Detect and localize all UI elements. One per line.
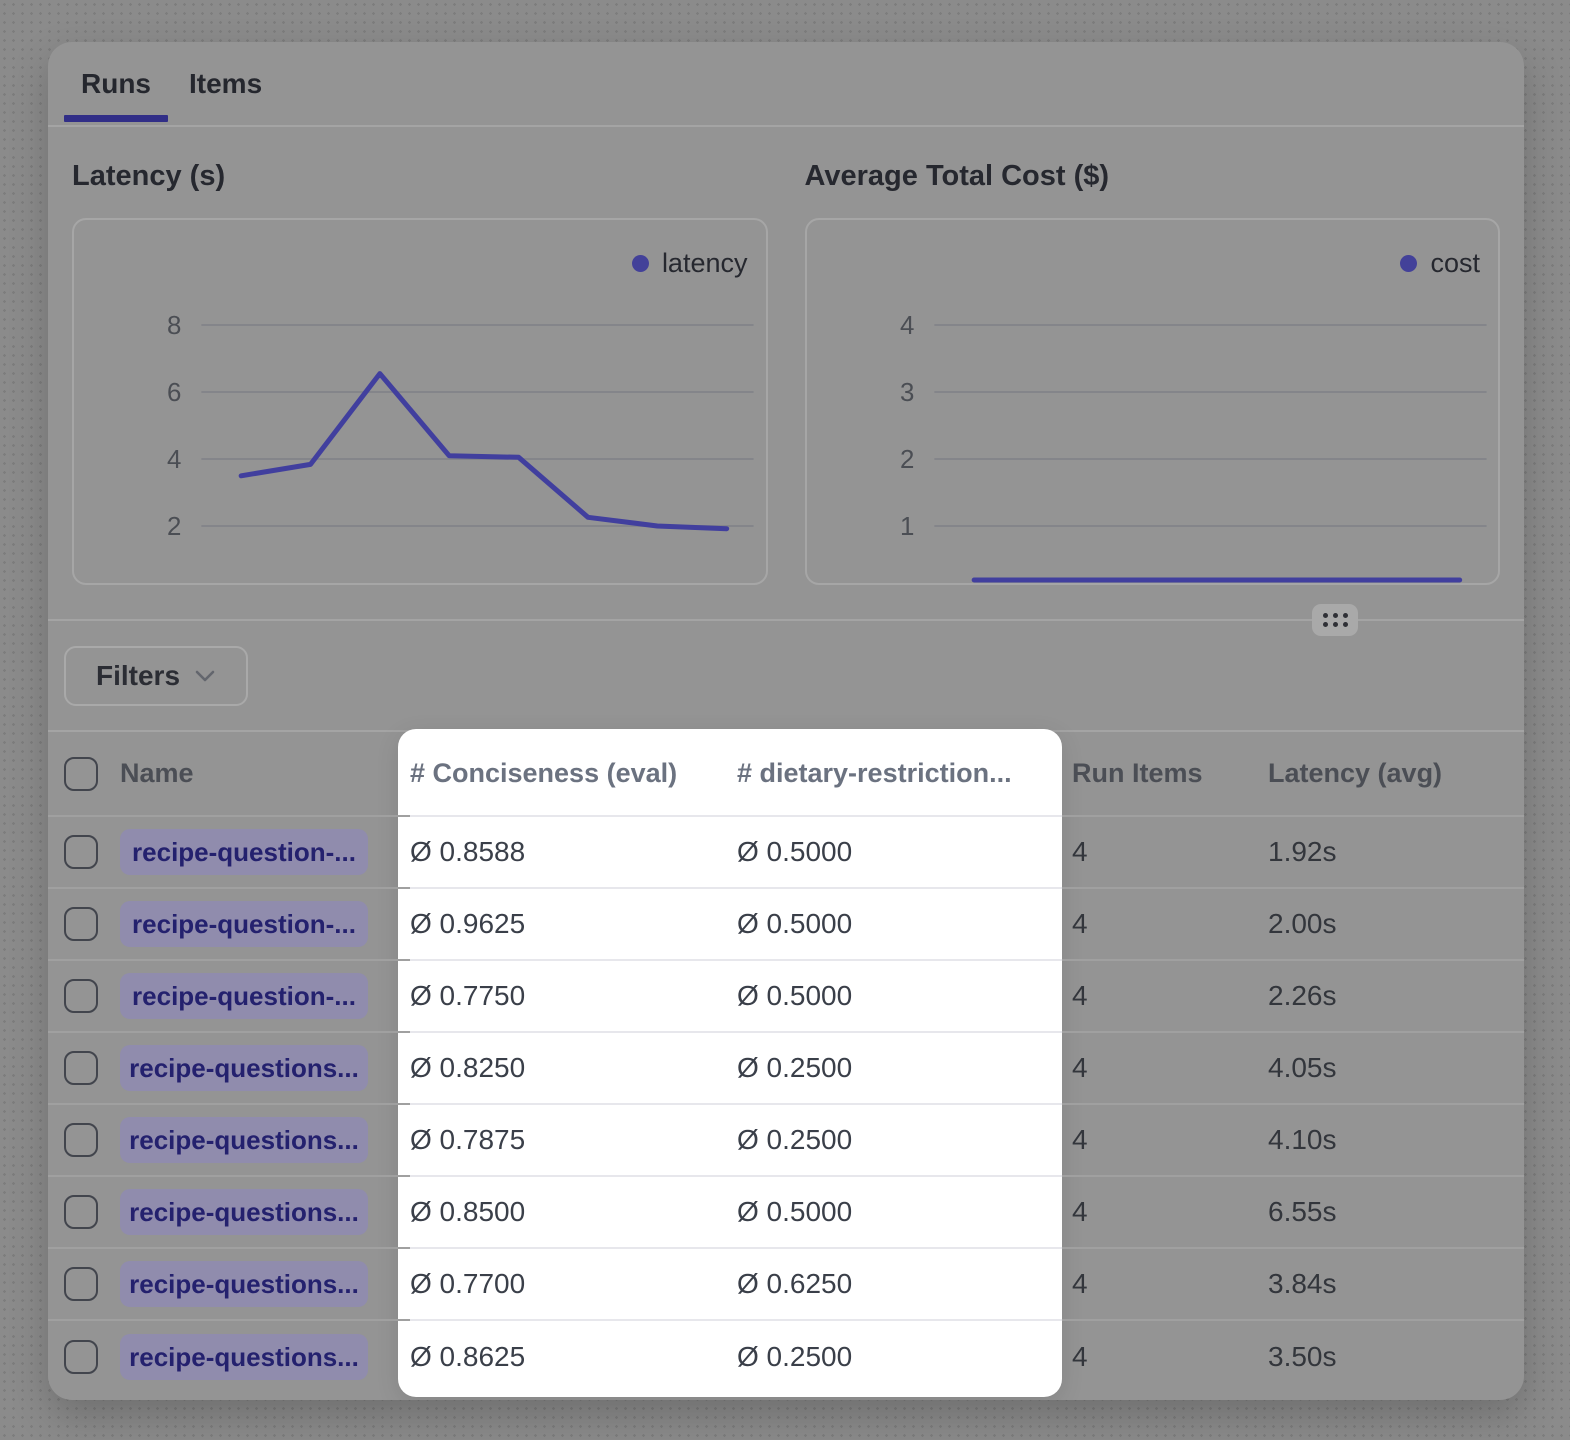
- svg-text:1: 1: [900, 513, 914, 541]
- conciseness-score: Ø 0.7875: [410, 1124, 525, 1156]
- tab-bar: Runs Items: [48, 42, 1524, 127]
- dietary-score: Ø 0.5000: [737, 1196, 852, 1228]
- row-checkbox[interactable]: [64, 1267, 98, 1301]
- conciseness-score: Ø 0.8500: [410, 1196, 525, 1228]
- dietary-score: Ø 0.2500: [737, 1124, 852, 1156]
- table-row: recipe-questions... Ø 0.8625 Ø 0.2500 4 3.50…: [48, 1321, 1524, 1393]
- table-row: recipe-questions... Ø 0.7700 Ø 0.6250 4 3.84…: [48, 1249, 1524, 1321]
- run-name-badge[interactable]: recipe-questions...: [120, 1117, 368, 1163]
- cost-line-chart: 4 3 2 1: [807, 220, 1499, 583]
- latency-avg: 3.50s: [1268, 1341, 1337, 1373]
- run-items-count: 4: [1072, 1341, 1088, 1373]
- run-items-count: 4: [1072, 1124, 1088, 1156]
- run-items-count: 4: [1072, 980, 1088, 1012]
- table-row: recipe-question-... Ø 0.8588 Ø 0.5000 4 1.92…: [48, 817, 1524, 889]
- run-items-count: 4: [1072, 836, 1088, 868]
- charts-section: Latency (s) 8 6 4 2 latency Average Total C…: [48, 127, 1524, 621]
- cost-chart-title: Average Total Cost ($): [805, 160, 1110, 193]
- latency-avg: 2.26s: [1268, 980, 1337, 1012]
- latency-avg: 4.10s: [1268, 1124, 1337, 1156]
- latency-legend-dot-icon: [632, 255, 649, 272]
- conciseness-score: Ø 0.8588: [410, 836, 525, 868]
- tab-runs-label: Runs: [81, 68, 151, 100]
- latency-avg: 1.92s: [1268, 836, 1337, 868]
- conciseness-score: Ø 0.8250: [410, 1052, 525, 1084]
- run-name-badge[interactable]: recipe-questions...: [120, 1334, 368, 1380]
- dietary-score: Ø 0.5000: [737, 980, 852, 1012]
- cost-legend: cost: [1400, 248, 1480, 279]
- cost-legend-label: cost: [1430, 248, 1480, 279]
- latency-legend: latency: [632, 248, 748, 279]
- column-header-name: Name: [120, 758, 194, 789]
- row-checkbox[interactable]: [64, 835, 98, 869]
- dietary-score: Ø 0.6250: [737, 1268, 852, 1300]
- column-header-conciseness: # Conciseness (eval): [410, 758, 677, 789]
- tab-items[interactable]: Items: [172, 42, 279, 125]
- row-checkbox[interactable]: [64, 1195, 98, 1229]
- dietary-score: Ø 0.2500: [737, 1341, 852, 1373]
- cost-chart-card: Average Total Cost ($) 4 3 2 1 cost: [805, 127, 1501, 619]
- svg-text:6: 6: [167, 379, 181, 407]
- run-items-count: 4: [1072, 1268, 1088, 1300]
- column-header-run-items: Run Items: [1072, 758, 1203, 789]
- latency-avg: 3.84s: [1268, 1268, 1337, 1300]
- latency-chart-card: Latency (s) 8 6 4 2 latency: [72, 127, 768, 619]
- table-row: recipe-question-... Ø 0.9625 Ø 0.5000 4 2.00…: [48, 889, 1524, 961]
- dietary-score: Ø 0.5000: [737, 908, 852, 940]
- run-items-count: 4: [1072, 1196, 1088, 1228]
- run-name-badge[interactable]: recipe-questions...: [120, 1189, 368, 1235]
- row-checkbox[interactable]: [64, 1051, 98, 1085]
- run-name-badge[interactable]: recipe-questions...: [120, 1261, 368, 1307]
- svg-text:4: 4: [900, 312, 914, 340]
- column-header-latency-avg: Latency (avg): [1268, 758, 1442, 789]
- table-body: recipe-question-... Ø 0.8588 Ø 0.5000 4 1.92…: [48, 817, 1524, 1393]
- row-checkbox[interactable]: [64, 1123, 98, 1157]
- filters-button-label: Filters: [96, 660, 180, 692]
- filters-button[interactable]: Filters: [64, 646, 248, 706]
- cost-chart: 4 3 2 1 cost: [805, 218, 1501, 585]
- row-checkbox[interactable]: [64, 907, 98, 941]
- conciseness-score: Ø 0.7750: [410, 980, 525, 1012]
- dietary-score: Ø 0.2500: [737, 1052, 852, 1084]
- select-all-checkbox[interactable]: [64, 757, 98, 791]
- column-header-dietary-restriction: # dietary-restriction...: [737, 758, 1012, 789]
- dietary-score: Ø 0.5000: [737, 836, 852, 868]
- filters-section: Filters: [48, 621, 1524, 732]
- run-items-count: 4: [1072, 1052, 1088, 1084]
- latency-chart-title: Latency (s): [72, 160, 225, 193]
- table-row: recipe-questions... Ø 0.7875 Ø 0.2500 4 4.10…: [48, 1105, 1524, 1177]
- conciseness-score: Ø 0.9625: [410, 908, 525, 940]
- latency-chart: 8 6 4 2 latency: [72, 218, 768, 585]
- runs-panel: Runs Items Latency (s) 8 6 4 2 latency Aver…: [48, 42, 1524, 1400]
- tab-runs[interactable]: Runs: [64, 42, 168, 125]
- svg-text:2: 2: [167, 513, 181, 541]
- row-checkbox[interactable]: [64, 1340, 98, 1374]
- resize-handle-icon[interactable]: [1312, 604, 1358, 636]
- run-name-badge[interactable]: recipe-question-...: [120, 973, 368, 1019]
- latency-avg: 6.55s: [1268, 1196, 1337, 1228]
- cost-legend-dot-icon: [1400, 255, 1417, 272]
- conciseness-score: Ø 0.8625: [410, 1341, 525, 1373]
- row-checkbox[interactable]: [64, 979, 98, 1013]
- latency-avg: 4.05s: [1268, 1052, 1337, 1084]
- table-row: recipe-question-... Ø 0.7750 Ø 0.5000 4 2.26…: [48, 961, 1524, 1033]
- runs-table: Name # Conciseness (eval) # dietary-rest…: [48, 732, 1524, 1393]
- table-row: recipe-questions... Ø 0.8500 Ø 0.5000 4 6.55…: [48, 1177, 1524, 1249]
- latency-legend-label: latency: [662, 248, 748, 279]
- run-name-badge[interactable]: recipe-questions...: [120, 1045, 368, 1091]
- chevron-down-icon: [194, 669, 216, 683]
- run-name-badge[interactable]: recipe-question-...: [120, 829, 368, 875]
- table-header: Name # Conciseness (eval) # dietary-rest…: [48, 732, 1524, 817]
- run-name-badge[interactable]: recipe-question-...: [120, 901, 368, 947]
- conciseness-score: Ø 0.7700: [410, 1268, 525, 1300]
- tab-items-label: Items: [189, 68, 262, 100]
- svg-text:8: 8: [167, 312, 181, 340]
- run-items-count: 4: [1072, 908, 1088, 940]
- svg-text:4: 4: [167, 446, 181, 474]
- svg-text:3: 3: [900, 379, 914, 407]
- active-tab-underline: [64, 115, 168, 122]
- latency-avg: 2.00s: [1268, 908, 1337, 940]
- table-row: recipe-questions... Ø 0.8250 Ø 0.2500 4 4.05…: [48, 1033, 1524, 1105]
- svg-text:2: 2: [900, 446, 914, 474]
